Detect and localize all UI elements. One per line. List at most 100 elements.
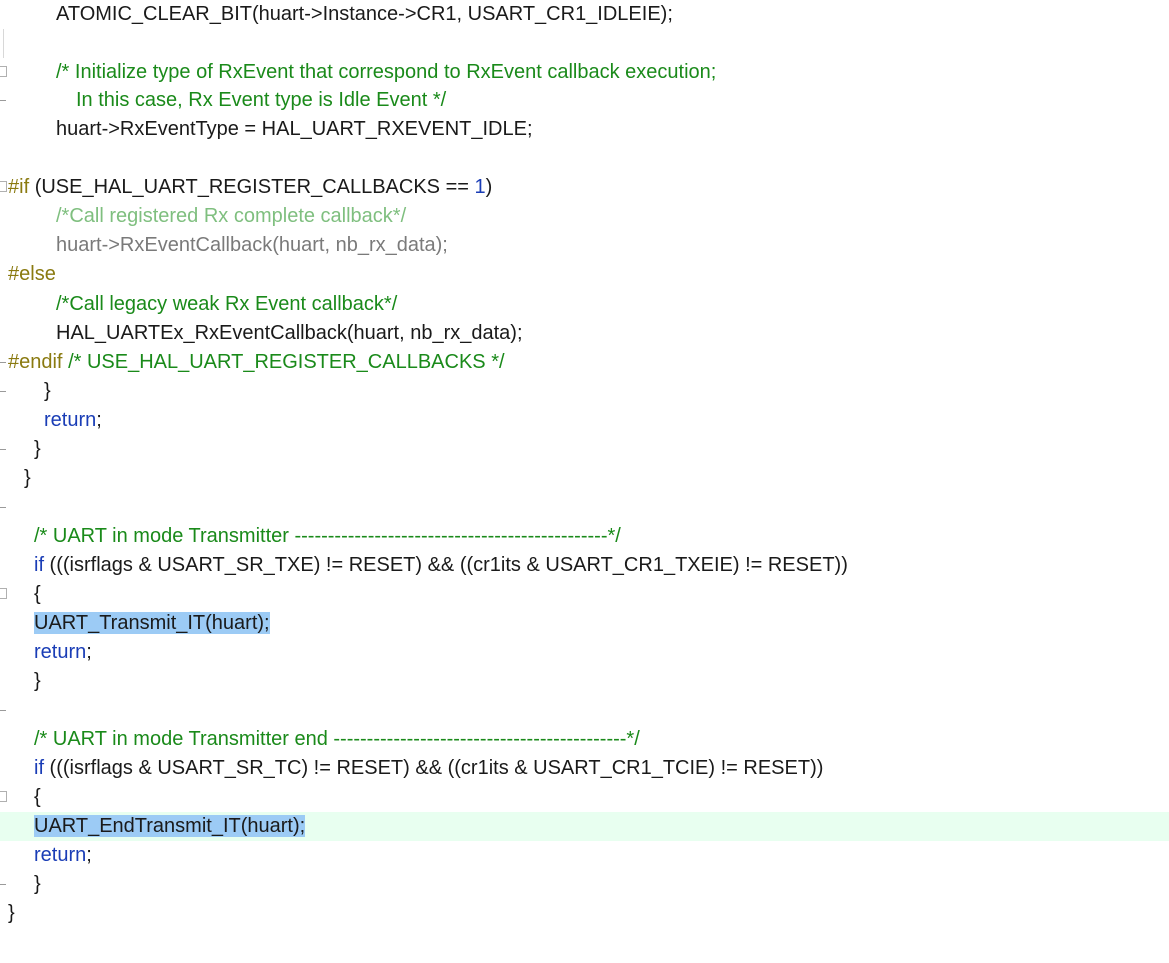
code-token: (USE_HAL_UART_REGISTER_CALLBACKS ==: [34, 176, 475, 198]
code-token: return: [34, 641, 87, 663]
code-line[interactable]: ATOMIC_CLEAR_BIT(huart->Instance->CR1, U…: [0, 0, 1169, 29]
selected-text: UART_EndTransmit_IT(huart);: [34, 815, 306, 837]
code-text: #else: [8, 262, 56, 286]
code-editor[interactable]: ATOMIC_CLEAR_BIT(huart->Instance->CR1, U…: [0, 0, 1169, 963]
code-line[interactable]: #endif /* USE_HAL_UART_REGISTER_CALLBACK…: [0, 348, 1169, 377]
code-text: UART_EndTransmit_IT(huart);: [34, 814, 306, 838]
code-token: /* UART in mode Transmitter end --------…: [34, 728, 640, 750]
code-text: #endif /* USE_HAL_UART_REGISTER_CALLBACK…: [8, 350, 505, 374]
gutter-marker: [0, 435, 10, 464]
fold-end-marker: [0, 391, 6, 392]
code-line[interactable]: return;: [0, 841, 1169, 870]
code-token: }: [8, 902, 15, 924]
code-line[interactable]: [0, 493, 1169, 522]
code-line[interactable]: UART_EndTransmit_IT(huart);: [0, 812, 1169, 841]
code-text: return;: [44, 408, 102, 432]
fold-end-marker: [0, 507, 6, 508]
code-token: /* Initialize type of RxEvent that corre…: [56, 61, 717, 83]
code-line[interactable]: [0, 144, 1169, 173]
gutter-marker: [0, 783, 10, 812]
code-line[interactable]: #if (USE_HAL_UART_REGISTER_CALLBACKS == …: [0, 173, 1169, 202]
fold-end-marker: [0, 710, 6, 711]
code-text: /*Call legacy weak Rx Event callback*/: [56, 292, 397, 316]
code-token: }: [34, 873, 41, 895]
code-text: HAL_UARTEx_RxEventCallback(huart, nb_rx_…: [56, 321, 523, 345]
code-token: {: [34, 583, 41, 605]
gutter-marker: [0, 812, 10, 841]
fold-icon[interactable]: [0, 588, 7, 599]
gutter-marker: [0, 377, 10, 406]
gutter-marker: [0, 696, 10, 725]
code-token: ATOMIC_CLEAR_BIT(huart->Instance->CR1, U…: [56, 3, 673, 25]
code-line[interactable]: huart->RxEventType = HAL_UART_RXEVENT_ID…: [0, 115, 1169, 144]
gutter-marker: [0, 870, 10, 899]
code-token: }: [24, 467, 31, 489]
code-line[interactable]: }: [0, 667, 1169, 696]
fold-icon[interactable]: [0, 791, 7, 802]
code-token: huart->RxEventCallback(huart, nb_rx_data…: [56, 234, 448, 256]
gutter-marker: [0, 58, 10, 87]
code-text: /* UART in mode Transmitter end --------…: [34, 727, 640, 751]
code-line[interactable]: #else: [0, 260, 1169, 289]
code-line[interactable]: HAL_UARTEx_RxEventCallback(huart, nb_rx_…: [0, 319, 1169, 348]
gutter-marker: [0, 841, 10, 870]
code-text: }: [34, 872, 41, 896]
code-text: return;: [34, 640, 92, 664]
code-text: }: [34, 437, 41, 461]
code-line[interactable]: /* UART in mode Transmitter end --------…: [0, 725, 1169, 754]
code-line[interactable]: }: [0, 464, 1169, 493]
gutter-marker: [0, 202, 10, 231]
code-line[interactable]: }: [0, 377, 1169, 406]
gutter-marker: [0, 580, 10, 609]
gutter-marker: [0, 0, 10, 29]
code-text: /* UART in mode Transmitter ------------…: [34, 524, 621, 548]
fold-end-marker: [0, 100, 6, 101]
fold-icon[interactable]: [0, 66, 7, 77]
code-line[interactable]: }: [0, 870, 1169, 899]
code-line[interactable]: huart->RxEventCallback(huart, nb_rx_data…: [0, 231, 1169, 260]
code-line[interactable]: }: [0, 435, 1169, 464]
code-line[interactable]: /* Initialize type of RxEvent that corre…: [0, 58, 1169, 87]
code-line[interactable]: if (((isrflags & USART_SR_TXE) != RESET)…: [0, 551, 1169, 580]
code-line[interactable]: if (((isrflags & USART_SR_TC) != RESET) …: [0, 754, 1169, 783]
gutter-marker: [0, 290, 10, 319]
code-token: /*Call legacy weak Rx Event callback*/: [56, 293, 398, 315]
code-text: #if (USE_HAL_UART_REGISTER_CALLBACKS == …: [8, 175, 492, 199]
fold-end-marker: [0, 449, 6, 450]
code-line[interactable]: /*Call registered Rx complete callback*/: [0, 202, 1169, 231]
selected-text: UART_Transmit_IT(huart);: [34, 612, 270, 634]
code-token: /* UART in mode Transmitter ------------…: [34, 525, 621, 547]
code-line[interactable]: /*Call legacy weak Rx Event callback*/: [0, 290, 1169, 319]
code-token: return: [44, 409, 97, 431]
code-token: if: [34, 554, 44, 576]
code-text: return;: [34, 843, 92, 867]
gutter-marker: [0, 115, 10, 144]
code-line[interactable]: UART_Transmit_IT(huart);: [0, 609, 1169, 638]
code-text: /* Initialize type of RxEvent that corre…: [56, 60, 716, 84]
code-token: #else: [8, 263, 56, 285]
code-token: /* USE_HAL_UART_REGISTER_CALLBACKS */: [68, 351, 505, 373]
code-line[interactable]: In this case, Rx Event type is Idle Even…: [0, 86, 1169, 115]
code-line[interactable]: }: [0, 899, 1169, 928]
code-line[interactable]: [0, 696, 1169, 725]
code-token: ;: [86, 641, 92, 663]
code-line[interactable]: return;: [0, 638, 1169, 667]
code-line[interactable]: [0, 29, 1169, 58]
fold-icon[interactable]: [0, 181, 7, 192]
fold-end-marker: [0, 362, 6, 363]
gutter-marker: [0, 406, 10, 435]
fold-end-marker: [0, 884, 6, 885]
code-line[interactable]: {: [0, 580, 1169, 609]
code-text: ATOMIC_CLEAR_BIT(huart->Instance->CR1, U…: [56, 2, 673, 26]
gutter-marker: [0, 638, 10, 667]
code-text: huart->RxEventCallback(huart, nb_rx_data…: [56, 233, 448, 257]
code-text: UART_Transmit_IT(huart);: [34, 611, 270, 635]
code-line[interactable]: {: [0, 783, 1169, 812]
gutter-marker: [0, 144, 10, 173]
code-line[interactable]: return;: [0, 406, 1169, 435]
gutter-marker: [0, 754, 10, 783]
code-text: if (((isrflags & USART_SR_TXE) != RESET)…: [34, 553, 848, 577]
code-token: }: [44, 380, 51, 402]
code-text: }: [44, 379, 51, 403]
code-line[interactable]: /* UART in mode Transmitter ------------…: [0, 522, 1169, 551]
